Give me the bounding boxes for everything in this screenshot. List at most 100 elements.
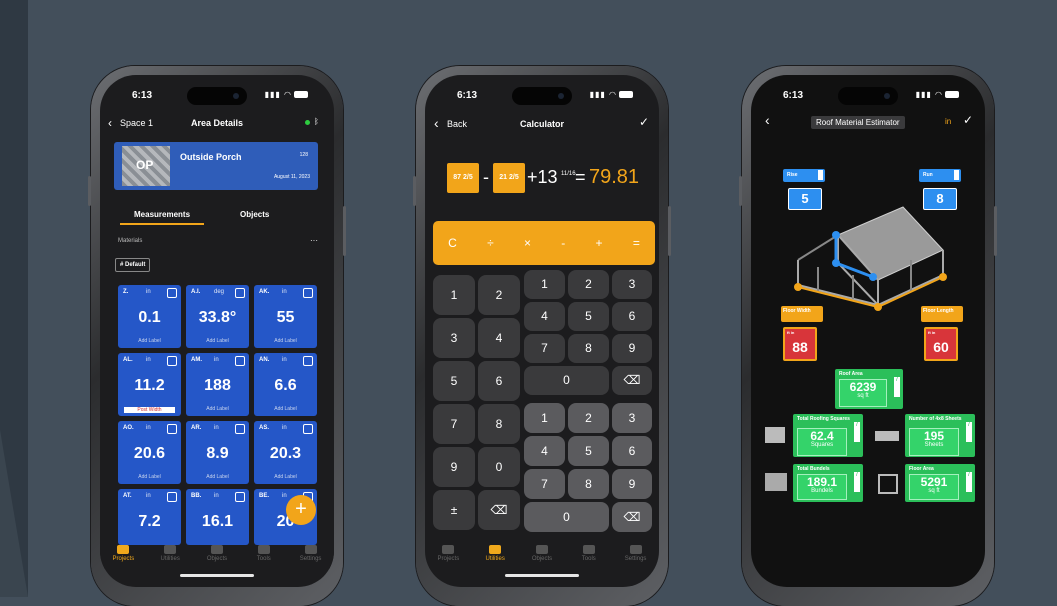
- backspace-key[interactable]: ⌫: [612, 366, 652, 395]
- key[interactable]: 5: [568, 436, 609, 466]
- calc-expression: 87 2/5 - 21 2/5 +13 11/16 = 79.81: [447, 163, 647, 193]
- measurement-tile[interactable]: AS. in 20.3 Add Label: [254, 421, 317, 484]
- calculator-icon: [489, 545, 502, 554]
- clear-button[interactable]: C: [448, 236, 457, 250]
- key[interactable]: 9: [612, 334, 652, 363]
- key[interactable]: 5: [568, 302, 609, 331]
- measurement-tile[interactable]: AO. in 20.6 Add Label: [118, 421, 181, 484]
- measurement-tile[interactable]: AK. in 55 Add Label: [254, 285, 317, 348]
- tab-tools[interactable]: Tools: [569, 545, 609, 569]
- rise-label: Rise: [783, 169, 825, 182]
- calculator-icon: [164, 545, 177, 554]
- measurement-tile[interactable]: A.I. deg 33.8° Add Label: [186, 285, 249, 348]
- measurement-tile[interactable]: BB. in 16.1: [186, 489, 249, 545]
- key[interactable]: 8: [568, 469, 609, 499]
- measurement-tile[interactable]: AN. in 6.6 Add Label: [254, 353, 317, 416]
- fraction-chip[interactable]: 21 2/5: [493, 163, 525, 193]
- key[interactable]: 0: [524, 502, 609, 532]
- filter-chip[interactable]: # Default: [115, 258, 151, 272]
- unit-toggle[interactable]: in: [945, 117, 951, 126]
- add-button[interactable]: +: [286, 495, 316, 525]
- key[interactable]: 3: [612, 403, 652, 433]
- check-icon[interactable]: ✓: [639, 115, 649, 129]
- status-time: 6:13: [783, 90, 804, 101]
- backspace-key[interactable]: ⌫: [612, 502, 652, 532]
- key[interactable]: 6: [612, 302, 652, 331]
- fraction-chip[interactable]: 87 2/5: [447, 163, 479, 193]
- tab-settings[interactable]: Settings: [616, 545, 656, 569]
- key[interactable]: 8: [478, 404, 520, 444]
- key[interactable]: 5: [433, 361, 475, 401]
- checkbox: [235, 424, 245, 434]
- more-menu-icon[interactable]: ···: [310, 236, 318, 245]
- key[interactable]: 6: [612, 436, 652, 466]
- tab-utilities[interactable]: Utilities: [150, 545, 190, 569]
- checkbox: [235, 356, 245, 366]
- measurement-tile[interactable]: AR. in 8.9 Add Label: [186, 421, 249, 484]
- home-indicator: [180, 574, 254, 577]
- key[interactable]: 2: [478, 275, 520, 315]
- key[interactable]: 1: [524, 403, 565, 433]
- tab-tools[interactable]: Tools: [244, 545, 284, 569]
- wifi-icon: ◠: [609, 90, 617, 99]
- phone-calculator: 6:13 ▮▮▮ ◠ ‹ Back Calculator ✓ 87 2/5 - …: [413, 66, 671, 606]
- tab-objects[interactable]: Objects: [522, 545, 562, 569]
- key[interactable]: 2: [568, 270, 609, 299]
- divide-button[interactable]: ÷: [487, 236, 494, 250]
- key[interactable]: 1: [524, 270, 565, 299]
- tab-settings[interactable]: Settings: [291, 545, 331, 569]
- key[interactable]: 8: [568, 334, 609, 363]
- bundles-card: Total Bundels 189.1 Bundels /: [793, 464, 863, 502]
- tab-objects[interactable]: Objects: [240, 210, 269, 219]
- floor-length-input[interactable]: ft in 60: [924, 327, 958, 361]
- area-date: August 11, 2023: [273, 174, 310, 180]
- signal-icon: ▮▮▮: [264, 90, 281, 99]
- tab-measurements[interactable]: Measurements: [134, 210, 190, 219]
- measurement-tile[interactable]: AL. in 11.2 Post Width: [118, 353, 181, 416]
- floor-width-label: Floor Width: [781, 306, 823, 322]
- checkbox: [167, 356, 177, 366]
- equals-button[interactable]: =: [633, 236, 640, 250]
- equals-sign: =: [575, 167, 586, 187]
- key[interactable]: 3: [433, 318, 475, 358]
- multiply-button[interactable]: ×: [524, 236, 531, 250]
- check-icon[interactable]: ✓: [963, 113, 973, 127]
- area-card[interactable]: OP Outside Porch 128 August 11, 2023: [114, 142, 318, 190]
- tab-projects[interactable]: Projects: [428, 545, 468, 569]
- key[interactable]: 4: [524, 436, 565, 466]
- key[interactable]: 0: [478, 447, 520, 487]
- key[interactable]: 6: [478, 361, 520, 401]
- measurement-tile[interactable]: AT. in 7.2: [118, 489, 181, 545]
- plus-minus-key[interactable]: ±: [433, 490, 475, 530]
- key[interactable]: 1: [433, 275, 475, 315]
- tab-utilities[interactable]: Utilities: [475, 545, 515, 569]
- key[interactable]: 7: [524, 334, 565, 363]
- key[interactable]: 2: [568, 403, 609, 433]
- tab-projects[interactable]: Projects: [103, 545, 143, 569]
- backspace-key[interactable]: ⌫: [478, 490, 520, 530]
- tab-bar: Projects Utilities Objects Tools Setting…: [100, 545, 334, 569]
- key[interactable]: 7: [433, 404, 475, 444]
- subtract-button[interactable]: -: [561, 236, 565, 250]
- screen: 6:13 ▮▮▮ ◠ ‹ Space 1 Area Details ᛒ OP O…: [100, 75, 334, 587]
- key[interactable]: 9: [612, 469, 652, 499]
- key[interactable]: 0: [524, 366, 609, 395]
- key[interactable]: 4: [478, 318, 520, 358]
- tab-objects[interactable]: Objects: [197, 545, 237, 569]
- key[interactable]: 4: [524, 302, 565, 331]
- side-button: [668, 206, 671, 256]
- signal-icon: ▮▮▮: [589, 90, 606, 99]
- measurement-tile[interactable]: Z. in 0.1 Add Label: [118, 285, 181, 348]
- document-icon: [535, 545, 548, 554]
- key[interactable]: 9: [433, 447, 475, 487]
- bluetooth-icon[interactable]: ᛒ: [314, 117, 319, 126]
- add-button[interactable]: +: [596, 236, 603, 250]
- key[interactable]: 7: [524, 469, 565, 499]
- key[interactable]: 3: [612, 270, 652, 299]
- chart-icon: [117, 545, 130, 554]
- floor-width-input[interactable]: ft in 88: [783, 327, 817, 361]
- edit-icon: [954, 170, 959, 180]
- measurement-tile[interactable]: AM. in 188 Add Label: [186, 353, 249, 416]
- back-chevron-icon[interactable]: ‹: [765, 112, 770, 128]
- page-title: Area Details: [190, 118, 244, 128]
